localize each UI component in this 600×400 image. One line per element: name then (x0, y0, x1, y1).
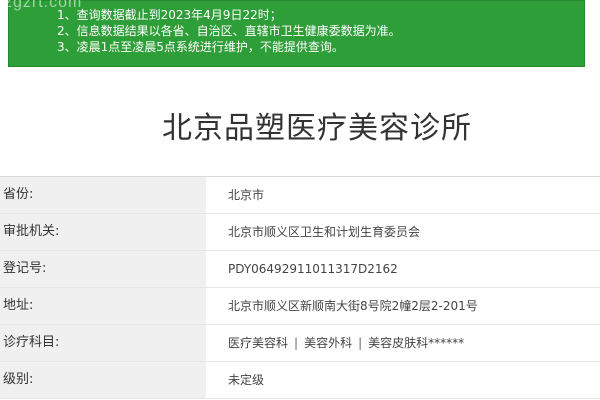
table-row-subjects: 诊疗科目: 医疗美容科 | 美容外科 | 美容皮肤科****** (0, 325, 600, 362)
notice-line: 1、查询数据截止到2023年4月9日22时； (57, 8, 282, 22)
notice-line: 2、信息数据结果以各省、自治区、直辖市卫生健康委数据为准。 (57, 24, 401, 38)
row-label: 级别: (0, 362, 206, 398)
watermark: zgzrt.com (4, 0, 83, 11)
row-value: 医疗美容科 | 美容外科 | 美容皮肤科****** (220, 325, 600, 361)
page-title: 北京品塑医疗美容诊所 (162, 111, 472, 146)
row-label: 审批机关: (0, 214, 206, 250)
notice-banner: 1、查询数据截止到2023年4月9日22时； 2、信息数据结果以各省、自治区、直… (8, 0, 585, 67)
subject-item: 美容外科 (304, 336, 353, 350)
subject-item: 医疗美容科 (228, 336, 289, 350)
subject-separator: | (358, 336, 363, 350)
row-value: 未定级 (228, 373, 265, 387)
table-row-address: 地址: 北京市顺义区新顺南大街8号院2幢2层2-201号 (0, 288, 600, 325)
row-value: 北京市顺义区新顺南大街8号院2幢2层2-201号 (228, 299, 478, 313)
subject-separator: | (294, 336, 299, 350)
table-row-authority: 审批机关: 北京市顺义区卫生和计划生育委员会 (0, 214, 600, 251)
notice-line: 3、凌晨1点至凌晨5点系统进行维护，不能提供查询。 (57, 40, 344, 54)
row-label: 登记号: (0, 251, 206, 287)
table-row-level: 级别: 未定级 (0, 362, 600, 399)
info-table: 省份: 北京市 审批机关: 北京市顺义区卫生和计划生育委员会 登记号: PDY0… (0, 176, 600, 399)
subject-item: 美容皮肤科****** (368, 336, 465, 350)
row-label: 省份: (0, 177, 206, 213)
row-value: PDY06492911011317D2162 (228, 262, 398, 276)
row-value: 北京市 (228, 188, 265, 202)
row-value: 北京市顺义区卫生和计划生育委员会 (228, 225, 421, 239)
row-label: 诊疗科目: (0, 325, 206, 361)
row-label: 地址: (0, 288, 206, 324)
table-row-province: 省份: 北京市 (0, 177, 600, 214)
table-row-registration: 登记号: PDY06492911011317D2162 (0, 251, 600, 288)
